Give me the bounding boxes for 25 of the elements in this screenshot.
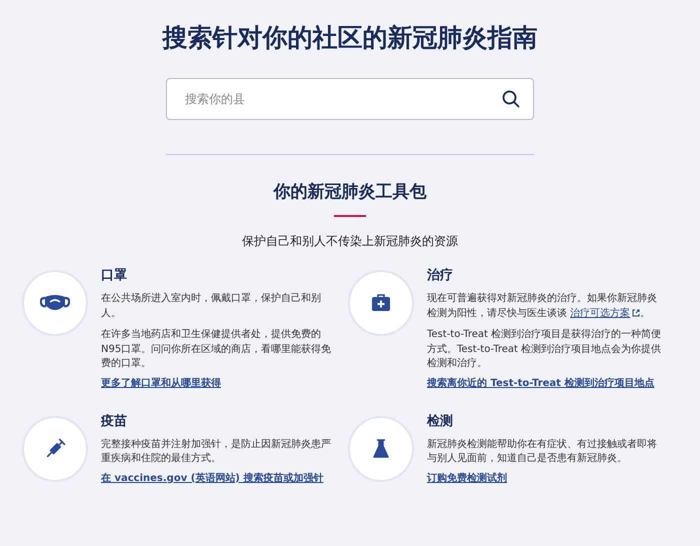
section-subtitle: 保护自己和别人不传染上新冠肺炎的资源 — [242, 233, 458, 250]
card-title: 检测 — [427, 412, 454, 430]
external-link-icon — [632, 308, 640, 317]
first-aid-kit-icon — [371, 294, 391, 312]
search-icon[interactable] — [502, 90, 520, 108]
card-title: 疫苗 — [101, 412, 128, 430]
card-link[interactable]: 订购免费检测试剂 — [427, 472, 665, 484]
card-link[interactable]: 在 vaccines.gov (英语网站) 搜索疫苗或加强针 — [101, 472, 333, 484]
page-title: 搜索针对你的社区的新冠肺炎指南 — [162, 22, 538, 54]
flask-icon — [373, 438, 389, 458]
card-paragraph: 在许多当地药店和卫生保健提供者处，提供免费的N95口罩。问问你所在区域的商店，看哪里能获得免费的口罩。 — [101, 328, 332, 371]
card-paragraph: Test-to-Treat 检测到治疗项目是获得治疗的一种简便方式。Test-to-Treat 检测到治疗项目地点会为你提供检测和治疗。 — [427, 328, 662, 371]
card-paragraph: 现在可普遍获得对新冠肺炎的治疗。如果你新冠肺炎检测为阳性，请尽快与医生谈谈 治疗可选方案 。 — [427, 292, 658, 320]
search-field[interactable]: 搜索你的县 — [166, 78, 534, 120]
card-link[interactable]: 更多了解口罩和从哪里获得 — [101, 376, 333, 390]
card-paragraph: 新冠肺炎检测能帮助你在有症状、有过接触或者即将与别人见面前，知道自己是否患有新冠肺炎。 — [427, 438, 658, 466]
syringe-icon — [44, 438, 66, 460]
options-link[interactable]: 治疗可选方案 — [570, 308, 640, 318]
section-heading: 你的新冠肺炎工具包 — [274, 181, 426, 204]
card-title: 治疗 — [427, 267, 454, 285]
card-title: 口罩 — [101, 267, 128, 285]
card-link[interactable]: 搜索离你近的 Test-to-Treat 检测到治疗项目地点 — [427, 376, 665, 390]
face-mask-icon — [40, 293, 70, 313]
card-paragraph: 在公共场所进入室内时，佩戴口罩，保护自己和别人。 — [101, 292, 322, 320]
card-paragraph: 完整接种疫苗并注射加强针，是防止因新冠肺炎患严重疾病和住院的最佳方式。 — [101, 438, 332, 466]
